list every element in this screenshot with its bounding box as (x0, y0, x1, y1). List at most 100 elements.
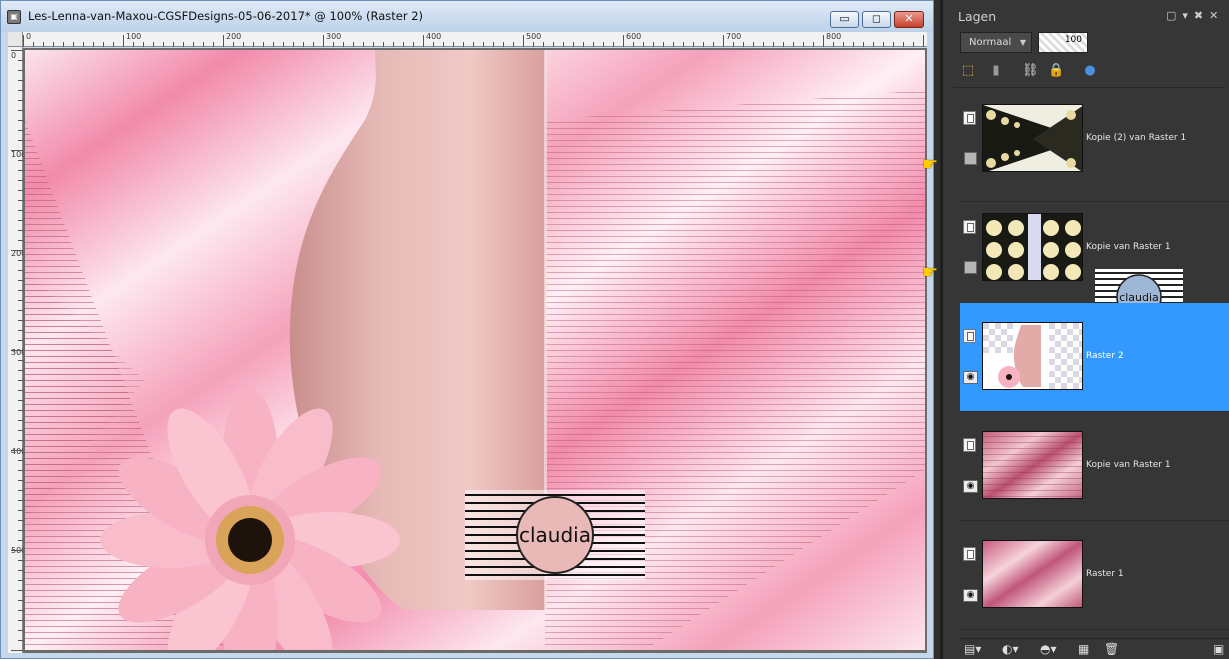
ruler-tick (823, 35, 824, 47)
close-button[interactable]: ✕ (894, 11, 924, 28)
ruler-tick (753, 42, 754, 47)
delete-layer-icon[interactable]: 🗑 (1104, 642, 1119, 656)
blend-mode-value: Normaal (969, 37, 1012, 48)
ruler-tick (303, 42, 304, 47)
eye-icon[interactable]: ◉ (963, 371, 978, 384)
pointing-hand-icon: ☛ (922, 262, 939, 283)
layer-row[interactable]: Kopie (2) van Raster 1 (960, 93, 1229, 202)
ruler-tick (743, 42, 744, 47)
new-layer-icon[interactable]: ▤▾ (964, 642, 981, 656)
document-titlebar[interactable]: ▣ Les-Lenna-van-Maxou-CGSFDesigns-05-06-… (1, 1, 933, 32)
layer-doc-icon (963, 111, 976, 125)
group-layers-icon[interactable]: ▦ (1078, 642, 1089, 656)
layer-row-active[interactable]: ◉ Raster 2 (960, 303, 1229, 412)
ruler-tick (11, 350, 23, 351)
canvas-area[interactable]: claudia (23, 48, 927, 653)
layer-row[interactable]: Kopie van Raster 1 claudia (960, 202, 1229, 325)
mask-icon[interactable]: ▮ (988, 63, 1004, 79)
ruler-tick (863, 42, 864, 47)
ruler-tick (893, 42, 894, 47)
document-window[interactable]: ▣ Les-Lenna-van-Maxou-CGSFDesigns-05-06-… (0, 0, 934, 659)
ruler-label: 500 (526, 32, 542, 41)
ruler-tick (923, 35, 924, 47)
ruler-tick (113, 42, 114, 47)
ruler-label: 200 (226, 32, 242, 41)
ruler-tick (763, 42, 764, 47)
ruler-tick (393, 42, 394, 47)
panel-title: Lagen (958, 9, 997, 24)
panel-options-icon[interactable]: ▣ (1213, 642, 1224, 656)
ruler-tick (733, 42, 734, 47)
ruler-tick (83, 42, 84, 47)
layers-toolbar: ⬚ ▮ ⛓ 🔒 ● (960, 63, 1220, 83)
ruler-label: 400 (426, 32, 442, 41)
lock-icon[interactable]: 🔒 (1048, 63, 1064, 79)
eye-icon[interactable]: ◉ (963, 589, 978, 602)
layer-doc-icon (963, 329, 976, 343)
blend-mode-select[interactable]: Normaal ▼ (960, 32, 1032, 53)
adjustment-layer-icon[interactable]: ◐▾ (1002, 642, 1019, 656)
ruler-tick (543, 42, 544, 47)
layer-row[interactable]: ◉ Raster 1 (960, 521, 1229, 630)
ruler-tick (563, 42, 564, 47)
ruler-tick (133, 42, 134, 47)
ruler-tick (243, 42, 244, 47)
visibility-toggle-hidden[interactable] (964, 261, 977, 274)
ruler-tick (343, 42, 344, 47)
ruler-tick (653, 42, 654, 47)
ruler-tick (443, 42, 444, 47)
ruler-tick (333, 42, 334, 47)
ruler-tick (613, 42, 614, 47)
ruler-tick (483, 42, 484, 47)
maximize-button[interactable]: ◻ (862, 11, 891, 28)
layer-thumbnail (982, 104, 1083, 172)
edit-selection-icon[interactable]: ⬚ (960, 63, 976, 79)
link-icon[interactable]: ⛓ (1022, 63, 1039, 79)
chevron-down-icon: ▼ (1019, 38, 1026, 47)
ruler-tick (403, 42, 404, 47)
layer-doc-icon (963, 438, 976, 452)
layers-bottom-toolbar: ▤▾ ◐▾ ◓▾ ▦ 🗑 ▣ (960, 638, 1229, 659)
ruler-label: 800 (826, 32, 842, 41)
opacity-value: 100 (1064, 35, 1082, 45)
ruler-horizontal[interactable]: 0 100 200 300 400 500 600 700 800 (8, 32, 927, 47)
layer-style-icon[interactable]: ● (1082, 63, 1098, 79)
ruler-tick (873, 42, 874, 47)
ruler-tick (213, 42, 214, 47)
ruler-tick (53, 42, 54, 47)
ruler-tick (903, 42, 904, 47)
eye-icon[interactable]: ◉ (963, 480, 978, 493)
ruler-tick (493, 42, 494, 47)
ruler-tick (643, 42, 644, 47)
ruler-tick (363, 42, 364, 47)
ruler-tick (713, 42, 714, 47)
layers-panel[interactable]: Lagen ▢▾✖✕ Normaal ▼ 100 ⬚ ▮ ⛓ 🔒 ● Kopie… (940, 0, 1229, 659)
pointing-hand-icon: ☛ (922, 154, 939, 175)
ruler-tick (193, 42, 194, 47)
ruler-tick (833, 42, 834, 47)
panel-window-controls[interactable]: ▢▾✖✕ (1166, 9, 1224, 22)
ruler-tick (33, 42, 34, 47)
ruler-tick (11, 250, 23, 251)
mask-layer-icon[interactable]: ◓▾ (1040, 642, 1057, 656)
canvas-image[interactable]: claudia (25, 50, 925, 650)
layer-thumbnail (982, 213, 1083, 281)
opacity-field[interactable]: 100 (1038, 32, 1088, 53)
layer-row[interactable]: ◉ Kopie van Raster 1 (960, 412, 1229, 521)
ruler-tick (23, 35, 24, 47)
ruler-tick (373, 42, 374, 47)
ruler-tick (423, 35, 424, 47)
ruler-tick (413, 42, 414, 47)
ruler-tick (11, 150, 23, 151)
ruler-tick (843, 42, 844, 47)
ruler-tick (163, 42, 164, 47)
ruler-tick (523, 35, 524, 47)
ruler-vertical[interactable]: 0 100 200 300 400 500 (8, 47, 26, 653)
ruler-tick (883, 42, 884, 47)
visibility-toggle-hidden[interactable] (964, 152, 977, 165)
ruler-tick (11, 50, 23, 51)
ruler-tick (313, 42, 314, 47)
minimize-button[interactable]: ▭ (830, 11, 859, 28)
ruler-tick (853, 42, 854, 47)
ruler-corner (8, 32, 23, 47)
